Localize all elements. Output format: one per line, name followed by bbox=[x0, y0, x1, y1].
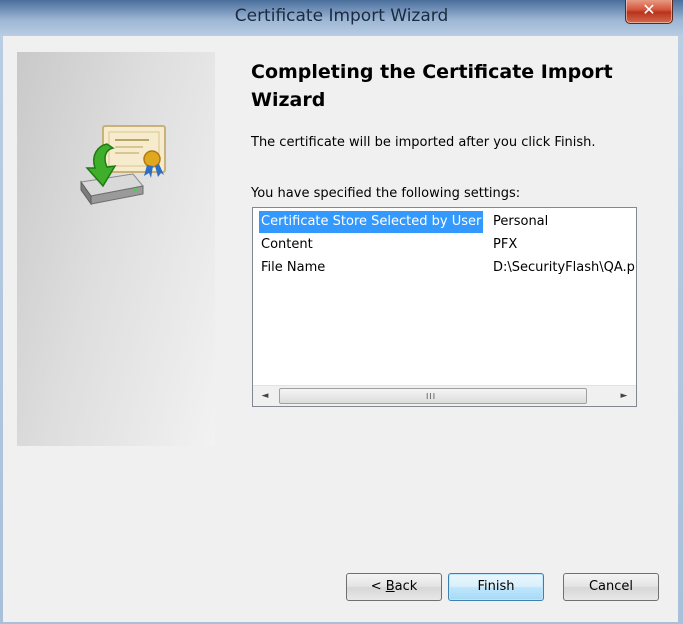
intro-text: The certificate will be imported after y… bbox=[251, 135, 596, 150]
back-accelerator: B bbox=[385, 579, 395, 594]
scroll-left-icon[interactable]: ◄ bbox=[255, 386, 275, 406]
scroll-right-icon[interactable]: ► bbox=[614, 386, 634, 406]
close-button[interactable]: ✕ bbox=[625, 0, 673, 24]
setting-value: PFX bbox=[493, 237, 518, 252]
settings-label: You have specified the following setting… bbox=[251, 186, 521, 201]
horizontal-scrollbar[interactable]: ◄ III ► bbox=[253, 385, 636, 406]
list-row[interactable]: File Name D:\SecurityFlash\QA.p bbox=[253, 257, 636, 279]
back-button[interactable]: < Back bbox=[346, 573, 442, 601]
setting-key: File Name bbox=[261, 260, 326, 275]
wizard-heading: Completing the Certificate Import Wizard bbox=[251, 61, 613, 111]
finish-button[interactable]: Finish bbox=[448, 573, 544, 601]
dialog-body: Completing the Certificate Import Wizard… bbox=[3, 36, 678, 622]
settings-listbox[interactable]: Certificate Store Selected by User Perso… bbox=[252, 207, 637, 407]
setting-value: D:\SecurityFlash\QA.p bbox=[493, 260, 635, 275]
title-bar[interactable]: Certificate Import Wizard ✕ bbox=[0, 0, 683, 36]
certificate-import-icon bbox=[80, 125, 166, 206]
list-row[interactable]: Certificate Store Selected by User Perso… bbox=[253, 211, 636, 233]
list-row[interactable]: Content PFX bbox=[253, 234, 636, 256]
dialog-window: Certificate Import Wizard ✕ Completing t… bbox=[0, 0, 683, 624]
window-title: Certificate Import Wizard bbox=[234, 6, 449, 26]
back-label-rest: ack bbox=[394, 579, 418, 594]
scroll-grip: III bbox=[426, 392, 437, 401]
setting-value: Personal bbox=[493, 214, 549, 229]
close-icon: ✕ bbox=[642, 0, 656, 19]
cancel-button[interactable]: Cancel bbox=[563, 573, 659, 601]
setting-key: Content bbox=[261, 237, 313, 252]
setting-key: Certificate Store Selected by User bbox=[259, 211, 484, 233]
back-prefix: < bbox=[370, 579, 386, 594]
scrollbar-thumb[interactable]: III bbox=[279, 388, 587, 404]
wizard-side-panel bbox=[17, 52, 215, 446]
